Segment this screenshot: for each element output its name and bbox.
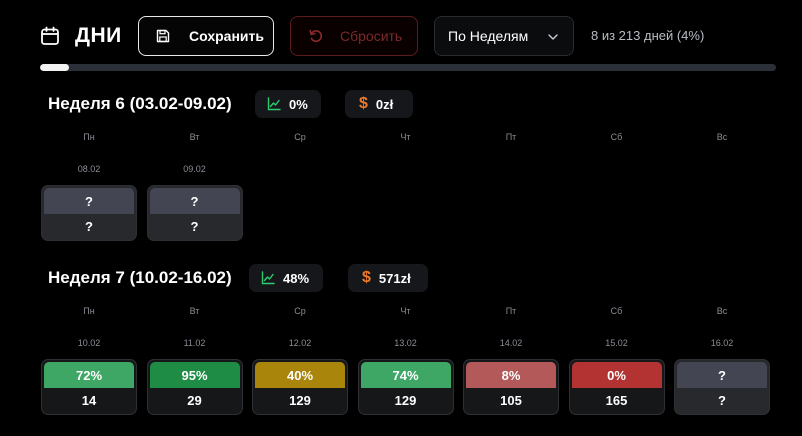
day-card-percent: 8% xyxy=(466,362,556,388)
day-name: Вт xyxy=(189,306,200,316)
save-button-label: Сохранить xyxy=(189,28,264,44)
day-date: 10.02 xyxy=(77,338,101,348)
trend-chart-icon xyxy=(267,97,281,111)
day-card-value: ? xyxy=(718,392,726,408)
floppy-disk-icon xyxy=(156,29,170,43)
day-card-value: 14 xyxy=(81,392,97,408)
day-card-percent: 0% xyxy=(571,362,662,388)
day-card[interactable]: 74% 129 xyxy=(357,359,454,415)
day-name: Пн xyxy=(83,306,95,316)
page-title: ДНИ xyxy=(75,24,122,47)
dollar-icon: $ xyxy=(362,269,371,286)
day-card-percent: ? xyxy=(149,188,240,214)
day-card[interactable]: 0% 165 xyxy=(568,359,665,415)
week-percent-pill: 0% xyxy=(255,90,321,118)
day-card[interactable]: 40% 129 xyxy=(252,359,348,415)
day-card-value: 165 xyxy=(605,392,628,408)
day-card-value: 105 xyxy=(500,392,522,408)
day-name: Ср xyxy=(294,132,306,142)
day-name: Вт xyxy=(189,132,200,142)
header: ДНИ Сохранить Сбросить По Неделям 8 из 2… xyxy=(0,0,802,64)
day-date: 15.02 xyxy=(605,338,628,348)
day-date: 14.02 xyxy=(499,338,523,348)
week-title: Неделя 6 (03.02-09.02) xyxy=(48,94,232,113)
save-button[interactable]: Сохранить xyxy=(138,16,274,56)
week-money: 0zł xyxy=(375,96,394,112)
week-percent-pill: 48% xyxy=(249,264,323,292)
day-card-value: ? xyxy=(85,218,93,234)
day-card[interactable]: ?? xyxy=(674,359,770,415)
day-name: Пн xyxy=(83,132,95,142)
day-card[interactable]: 95% 29 xyxy=(146,359,243,415)
view-mode-select[interactable]: По Неделям xyxy=(434,16,574,56)
day-name: Ср xyxy=(294,306,306,316)
day-name: Сб xyxy=(610,306,623,316)
week-money-pill: $0zł xyxy=(345,90,413,118)
day-card[interactable]: 8% 105 xyxy=(463,359,559,415)
day-name: Вс xyxy=(716,132,728,142)
week-title: Неделя 7 (10.02-16.02) xyxy=(48,268,232,287)
day-name: Вс xyxy=(716,306,728,316)
day-name: Пт xyxy=(505,306,517,316)
week-percent: 0% xyxy=(289,96,308,112)
day-date: 11.02 xyxy=(183,338,206,348)
week-money: 571zł xyxy=(378,270,411,286)
day-date: 12.02 xyxy=(288,338,312,348)
day-card-percent: 95% xyxy=(149,362,240,388)
reset-button-label: Сбросить xyxy=(340,28,403,44)
week-percent: 48% xyxy=(283,270,310,286)
day-date: 16.02 xyxy=(710,338,734,348)
progress-bar xyxy=(40,64,776,71)
dollar-icon: $ xyxy=(359,95,368,112)
day-card-percent: ? xyxy=(44,188,134,214)
day-card-percent: ? xyxy=(677,362,767,388)
day-card-percent: 72% xyxy=(44,362,134,388)
day-card-value: 129 xyxy=(394,392,417,408)
view-mode-value: По Неделям xyxy=(448,28,529,44)
calendar-icon xyxy=(41,26,59,45)
day-name: Чт xyxy=(400,306,411,316)
day-date: 13.02 xyxy=(394,338,417,348)
day-card-value: ? xyxy=(190,218,199,234)
day-card[interactable]: 72% 14 xyxy=(41,359,137,415)
day-card[interactable]: ?? xyxy=(146,185,243,241)
day-name: Чт xyxy=(400,132,411,142)
day-date: 09.02 xyxy=(183,164,206,174)
day-card-value: 129 xyxy=(289,392,311,408)
trend-chart-icon xyxy=(261,271,275,285)
progress-fill xyxy=(40,64,70,71)
week-money-pill: $571zł xyxy=(348,264,428,292)
day-card-percent: 74% xyxy=(360,362,451,388)
day-date: 08.02 xyxy=(77,164,101,174)
day-card[interactable]: ?? xyxy=(41,185,137,241)
day-name: Сб xyxy=(610,132,623,142)
undo-icon xyxy=(309,29,323,43)
day-card-value: 29 xyxy=(187,392,202,408)
day-name: Пт xyxy=(505,132,517,142)
days-count: 8 из 213 дней (4%) xyxy=(591,28,705,43)
day-card-percent: 40% xyxy=(255,362,345,388)
chevron-down-icon xyxy=(548,34,558,40)
reset-button[interactable]: Сбросить xyxy=(290,16,418,56)
